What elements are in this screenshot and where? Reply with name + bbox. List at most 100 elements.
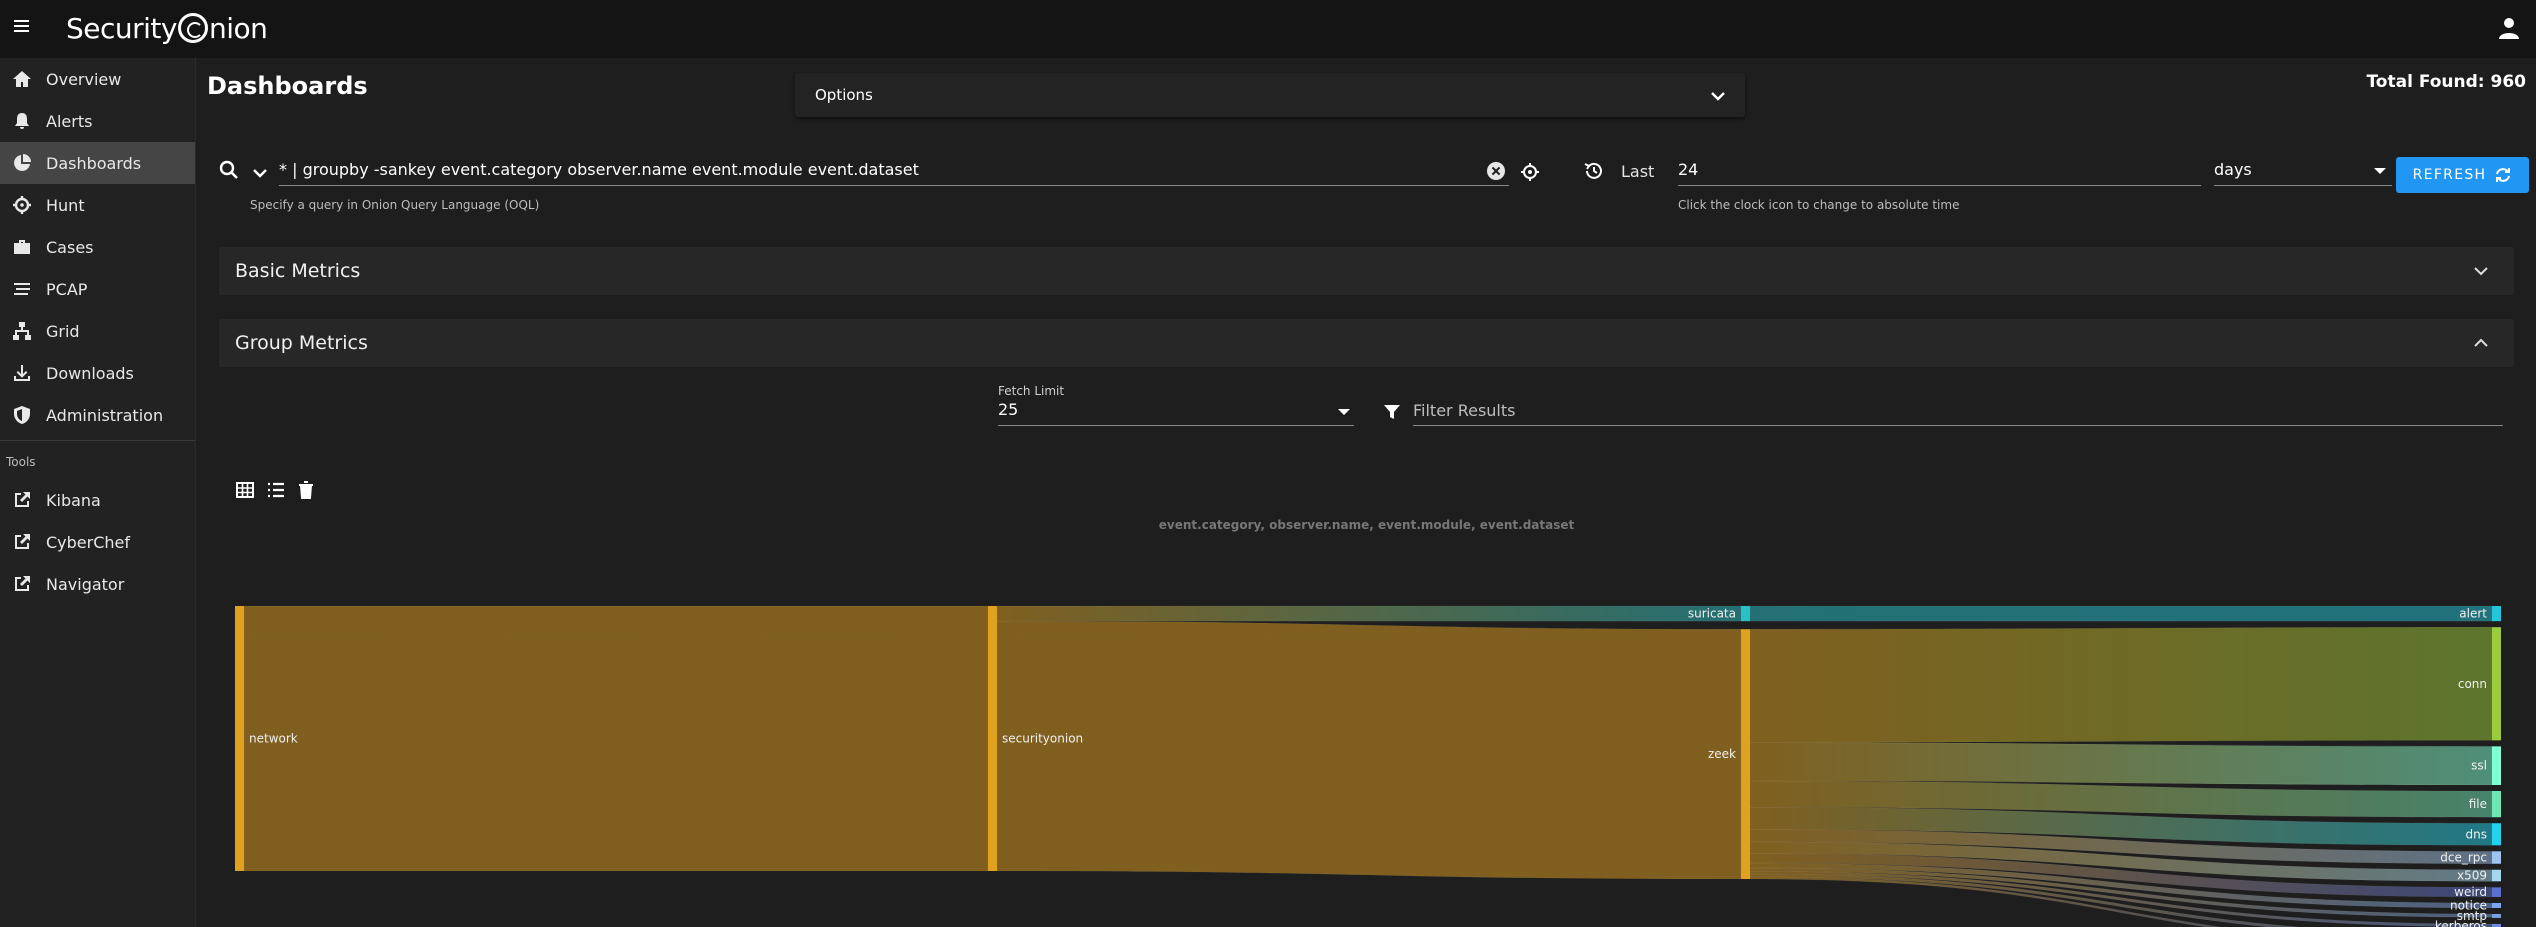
sankey-label-weird: weird (2454, 885, 2487, 899)
refresh-label: REFRESH (2412, 167, 2487, 183)
chevron-down-icon (1711, 92, 1725, 101)
chart-title: event.category, observer.name, event.mod… (1158, 518, 1575, 532)
menu-icon[interactable] (14, 17, 34, 37)
sankey-node-zeek[interactable] (1741, 629, 1750, 879)
download-icon (14, 365, 30, 381)
briefcase-icon (14, 240, 30, 254)
sankey-node-dns[interactable] (2492, 823, 2501, 846)
history-clock-icon[interactable] (1583, 160, 1605, 182)
refresh-button[interactable]: REFRESH (2396, 157, 2529, 193)
sankey-node-weird[interactable] (2492, 887, 2501, 897)
sidebar-item-cases[interactable]: Cases (0, 226, 195, 268)
home-icon (13, 71, 31, 87)
tools-item-label: Kibana (46, 490, 101, 510)
caret-down-icon (1338, 409, 1350, 415)
sidebar-item-hunt[interactable]: Hunt (0, 184, 195, 226)
filter-results-input[interactable] (1413, 396, 2503, 426)
filter-icon (1384, 405, 1400, 419)
tools-item-kibana[interactable]: Kibana (0, 479, 195, 521)
bell-icon (15, 113, 29, 129)
sankey-node-ssl[interactable] (2492, 746, 2501, 786)
sidebar-item-overview[interactable]: Overview (0, 58, 195, 100)
search-icon (219, 160, 238, 179)
top-app-bar: Security nion (0, 0, 2536, 58)
sidebar-item-label: Administration (46, 405, 164, 425)
sankey-label-dce_rpc: dce_rpc (2440, 851, 2487, 865)
user-account-icon[interactable] (2498, 16, 2520, 40)
tools-item-cyberchef[interactable]: CyberChef (0, 521, 195, 563)
brand-logo[interactable]: Security nion (66, 12, 268, 45)
sidebar: Overview Alerts Dashboards Hunt Cases PCAP Gri… (0, 58, 196, 927)
time-value-input[interactable] (1678, 154, 2201, 186)
sankey-link-securityonion-zeek[interactable] (996, 620, 1742, 880)
onion-swirl-icon (177, 13, 208, 43)
group-metrics-title: Group Metrics (235, 332, 368, 354)
crosshairs-icon (13, 196, 31, 214)
sankey-link-securityonion-suricata[interactable] (996, 605, 1742, 622)
nav-list: Overview Alerts Dashboards Hunt Cases PCAP Gri… (0, 58, 195, 436)
sidebar-item-pcap[interactable]: PCAP (0, 268, 195, 310)
page-title: Dashboards (207, 72, 368, 100)
total-found: Total Found: 960 (2366, 72, 2526, 92)
basic-metrics-panel[interactable]: Basic Metrics (219, 247, 2514, 295)
sankey-node-alert[interactable] (2492, 606, 2501, 622)
sankey-label-ssl: ssl (2471, 759, 2487, 773)
external-link-icon (15, 492, 30, 507)
external-link-icon (15, 576, 30, 591)
sankey-label-conn: conn (2458, 677, 2487, 691)
sankey-node-file[interactable] (2492, 791, 2501, 818)
sankey-label-alert: alert (2459, 607, 2487, 621)
sankey-label-x509: x509 (2457, 869, 2487, 883)
sankey-node-suricata[interactable] (1741, 606, 1750, 622)
query-input[interactable] (279, 154, 1509, 186)
list-view-icon[interactable] (266, 480, 286, 500)
last-label: Last (1621, 162, 1655, 181)
sankey-node-x509[interactable] (2492, 869, 2501, 882)
sidebar-item-label: PCAP (46, 279, 88, 299)
sidebar-item-grid[interactable]: Grid (0, 310, 195, 352)
sankey-label-kerberos: kerberos (2435, 919, 2487, 927)
sankey-link-zeek-ssl[interactable] (1749, 742, 2493, 786)
query-history-chevron-icon[interactable] (251, 164, 269, 182)
sidebar-item-label: Hunt (46, 195, 85, 215)
sidebar-item-label: Downloads (46, 363, 134, 383)
query-hint: Specify a query in Onion Query Language … (250, 198, 540, 212)
sankey-node-securityonion[interactable] (988, 606, 997, 871)
stream-icon (14, 283, 30, 295)
tools-item-navigator[interactable]: Navigator (0, 563, 195, 605)
crosshairs-icon[interactable] (1520, 162, 1540, 182)
options-expander[interactable]: Options (795, 73, 1745, 117)
time-hint: Click the clock icon to change to absolu… (1678, 198, 1960, 212)
tools-list: Kibana CyberChef Navigator (0, 479, 195, 605)
sankey-label-dns: dns (2466, 827, 2487, 841)
sankey-node-dce_rpc[interactable] (2492, 851, 2501, 864)
group-metrics-panel[interactable]: Group Metrics (219, 319, 2514, 367)
sankey-node-network[interactable] (235, 606, 244, 871)
sidebar-item-alerts[interactable]: Alerts (0, 100, 195, 142)
fetch-limit-select[interactable]: 25 (998, 398, 1354, 426)
sankey-link-network-securityonion[interactable] (243, 605, 989, 872)
fetch-limit-value: 25 (998, 400, 1019, 419)
sidebar-item-label: Grid (46, 321, 80, 341)
clear-query-icon[interactable] (1487, 162, 1505, 180)
sankey-node-smtp[interactable] (2492, 913, 2501, 918)
sidebar-item-administration[interactable]: Administration (0, 394, 195, 436)
chevron-up-icon (2474, 338, 2488, 347)
sidebar-item-downloads[interactable]: Downloads (0, 352, 195, 394)
sidebar-item-dashboards[interactable]: Dashboards (0, 142, 195, 184)
sankey-link-zeek-conn[interactable] (1749, 626, 2493, 743)
sankey-link-suricata-alert[interactable] (1749, 605, 2493, 622)
table-view-icon[interactable] (235, 480, 255, 500)
sidebar-item-label: Dashboards (46, 153, 142, 173)
tools-item-label: Navigator (46, 574, 125, 594)
sankey-node-conn[interactable] (2492, 627, 2501, 741)
caret-down-icon (2374, 168, 2386, 174)
sankey-node-notice[interactable] (2492, 902, 2501, 908)
time-unit-value: days (2214, 160, 2252, 179)
sidebar-item-label: Alerts (46, 111, 93, 131)
chevron-down-icon (2474, 267, 2488, 276)
trash-icon[interactable] (296, 480, 316, 500)
sankey-label-securityonion: securityonion (1002, 732, 1083, 746)
time-unit-select[interactable]: days (2214, 154, 2392, 186)
nav-divider (0, 440, 195, 441)
